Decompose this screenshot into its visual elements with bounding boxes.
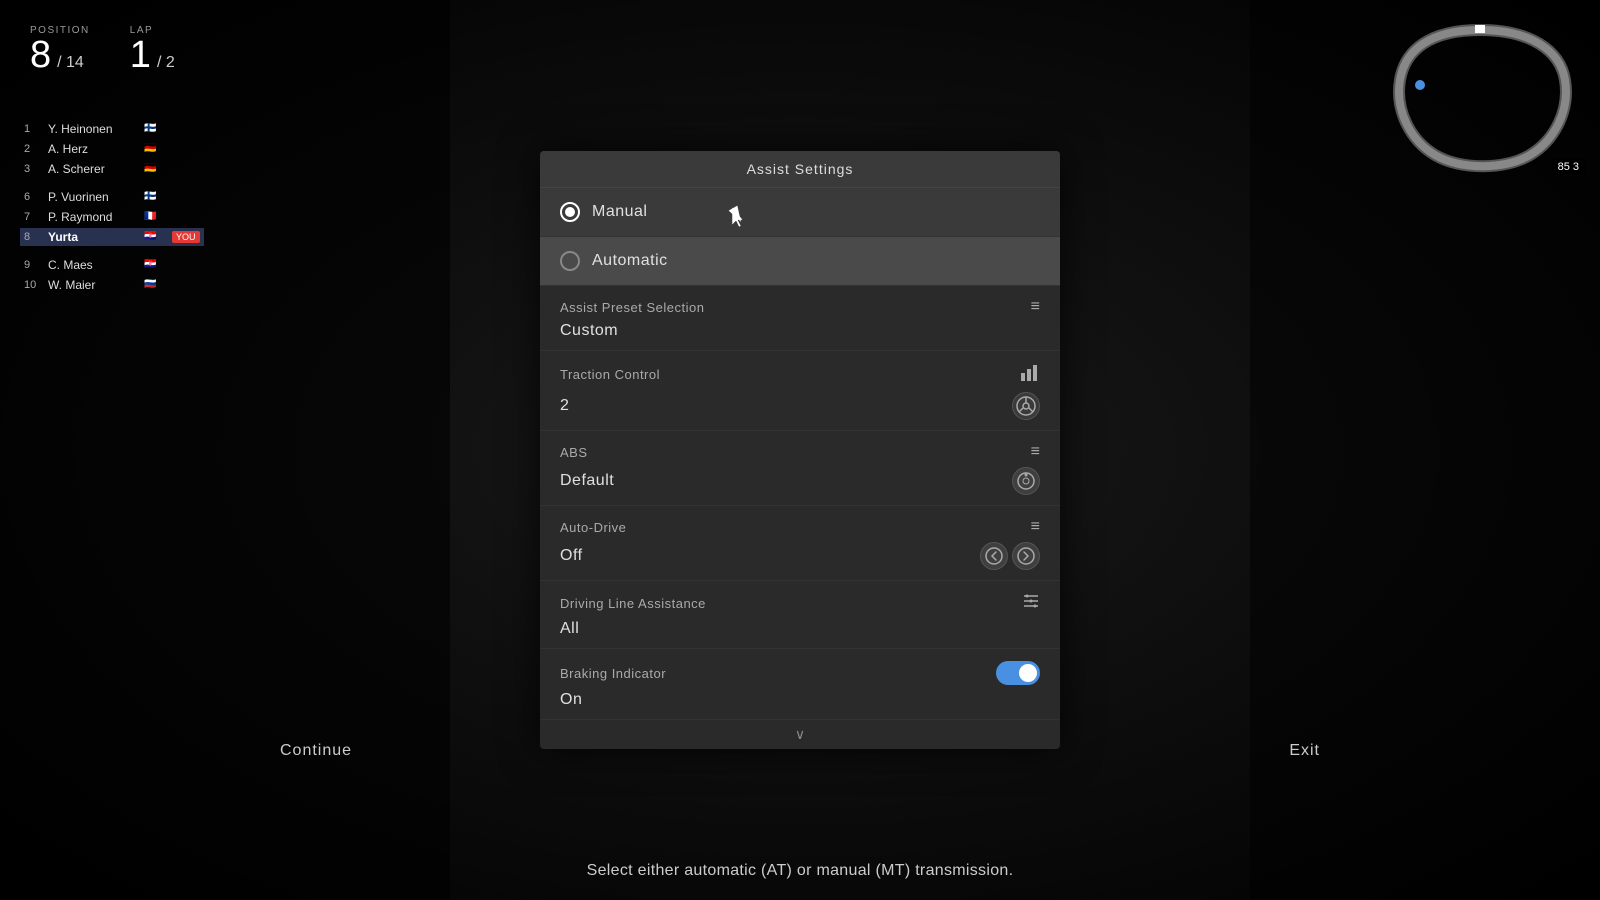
abs-label: ABS (560, 445, 588, 460)
bars-icon (1020, 363, 1040, 386)
list-icon: ≡ (1031, 298, 1040, 316)
manual-label: Manual (592, 203, 647, 221)
braking-indicator-value: On (560, 691, 582, 708)
abs-value: Default (560, 472, 614, 490)
braking-indicator-toggle[interactable] (996, 661, 1040, 685)
driving-line-label: Driving Line Assistance (560, 596, 706, 611)
automatic-option[interactable]: Automatic (540, 237, 1060, 286)
driving-line-section[interactable]: Driving Line Assistance All (540, 581, 1060, 649)
traction-decrease-btn[interactable] (1012, 392, 1040, 420)
traction-control-section[interactable]: Traction Control 2 (540, 351, 1060, 431)
auto-drive-right-btn[interactable] (1012, 542, 1040, 570)
driving-line-value: All (560, 620, 579, 637)
auto-drive-icon: ≡ (1031, 518, 1040, 536)
bottom-instruction: Select either automatic (AT) or manual (… (0, 862, 1600, 880)
modal-overlay: Assist Settings Manual Automatic Assist … (0, 0, 1600, 900)
assist-preset-label: Assist Preset Selection (560, 300, 704, 315)
traction-control-label: Traction Control (560, 367, 660, 382)
auto-drive-value: Off (560, 547, 583, 565)
scroll-indicator[interactable]: ∨ (540, 720, 1060, 749)
auto-drive-controls (980, 542, 1040, 570)
auto-drive-section[interactable]: Auto-Drive ≡ Off (540, 506, 1060, 581)
traction-control-controls (1012, 392, 1040, 420)
assist-settings-modal: Assist Settings Manual Automatic Assist … (540, 151, 1060, 749)
automatic-radio[interactable] (560, 251, 580, 271)
manual-radio[interactable] (560, 202, 580, 222)
assist-preset-section[interactable]: Assist Preset Selection ≡ Custom (540, 286, 1060, 351)
abs-ctrl-btn[interactable] (1012, 467, 1040, 495)
abs-section[interactable]: ABS ≡ Default (540, 431, 1060, 506)
traction-control-value: 2 (560, 397, 569, 415)
auto-drive-label: Auto-Drive (560, 520, 626, 535)
modal-title: Assist Settings (540, 151, 1060, 188)
manual-option[interactable]: Manual (540, 188, 1060, 237)
auto-drive-left-btn[interactable] (980, 542, 1008, 570)
abs-icon: ≡ (1031, 443, 1040, 461)
braking-indicator-section[interactable]: Braking Indicator On (540, 649, 1060, 720)
assist-preset-value: Custom (560, 322, 618, 339)
braking-indicator-label: Braking Indicator (560, 666, 666, 681)
driving-line-icon (1022, 593, 1040, 614)
automatic-label: Automatic (592, 252, 668, 270)
